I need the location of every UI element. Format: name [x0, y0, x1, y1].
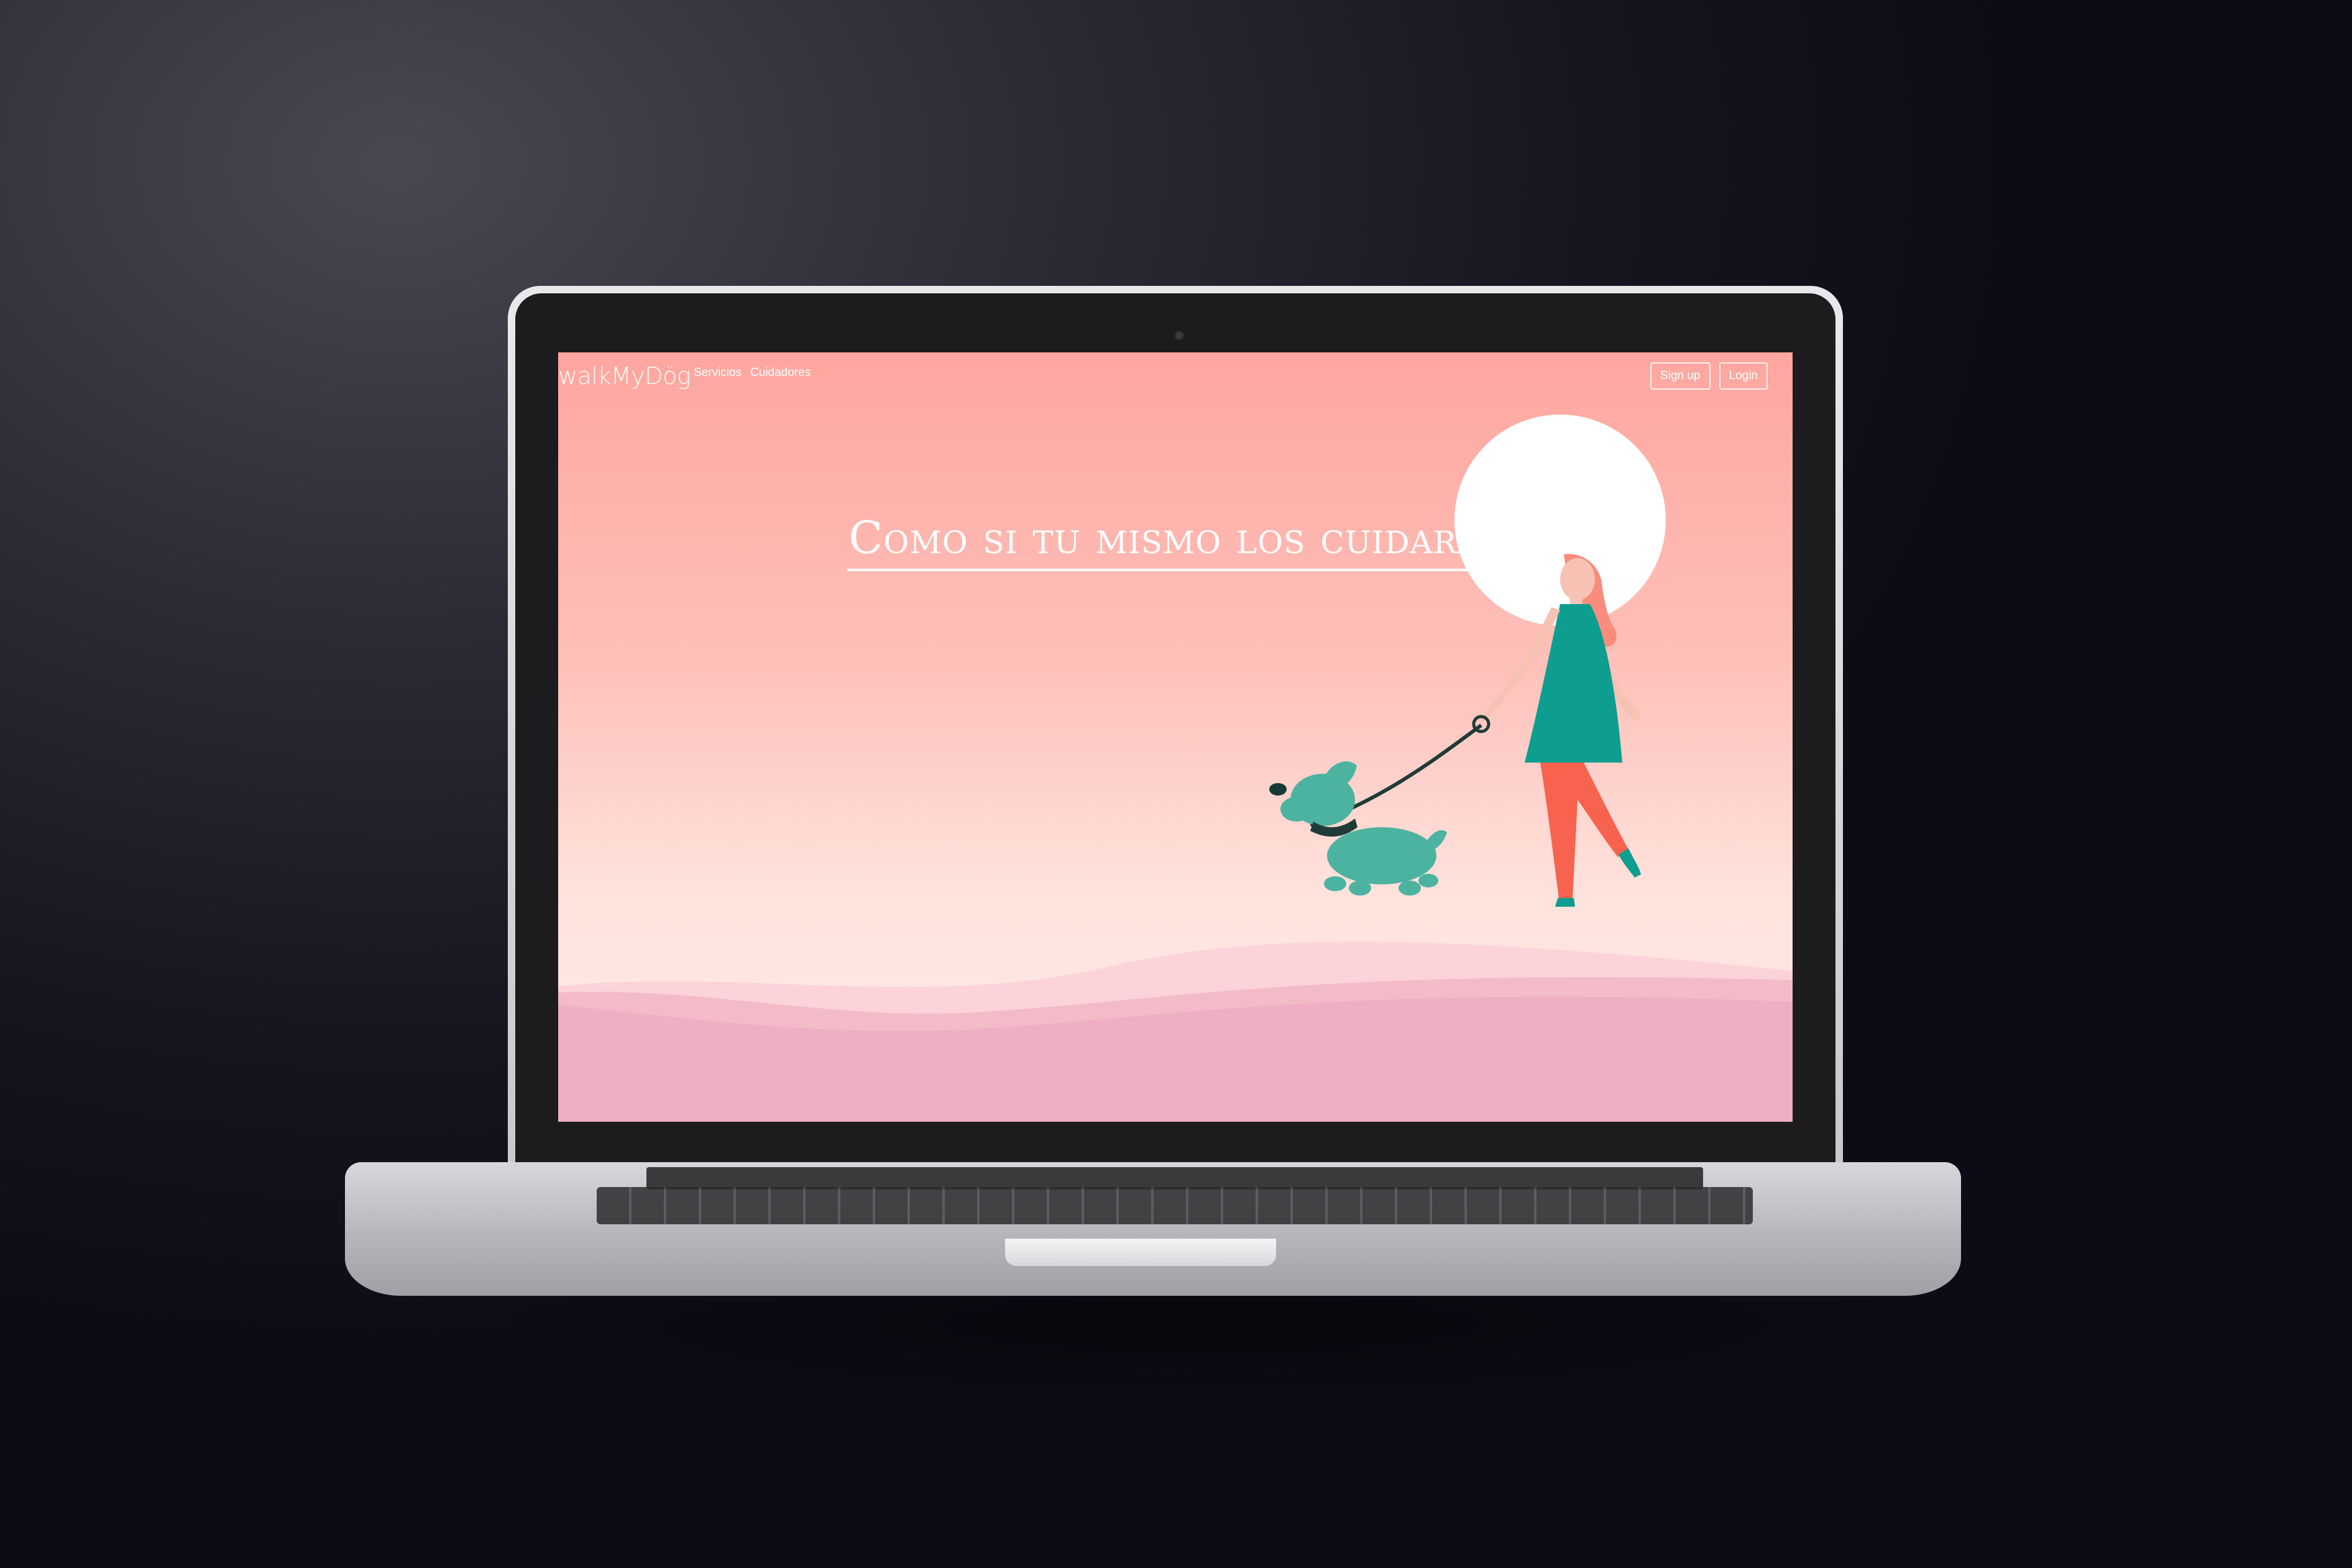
nav-link-servicios[interactable]: Servicios — [694, 366, 742, 380]
laptop-hinge — [646, 1167, 1703, 1190]
login-button[interactable]: Login — [1719, 362, 1768, 390]
auth-buttons: Sign up Login — [1650, 362, 1768, 390]
webcam-icon — [1174, 331, 1184, 341]
browser-viewport: walkMyDög Servicios Cuidadores Sign up L… — [558, 352, 1793, 1122]
dog-figure — [1269, 761, 1447, 896]
brand-logo[interactable]: walkMyDög — [558, 362, 691, 390]
hero-illustration — [558, 415, 1793, 1122]
nav-link-cuidadores[interactable]: Cuidadores — [750, 366, 811, 380]
trackpad-notch — [1005, 1239, 1276, 1266]
main-nav: Servicios Cuidadores — [694, 366, 811, 380]
signup-button[interactable]: Sign up — [1650, 362, 1711, 390]
hero-title-text: Como si tu mismo los cuidaras — [847, 511, 1504, 571]
laptop-keyboard — [597, 1187, 1753, 1224]
hero-title: Como si tu mismo los cuidaras — [558, 511, 1793, 571]
